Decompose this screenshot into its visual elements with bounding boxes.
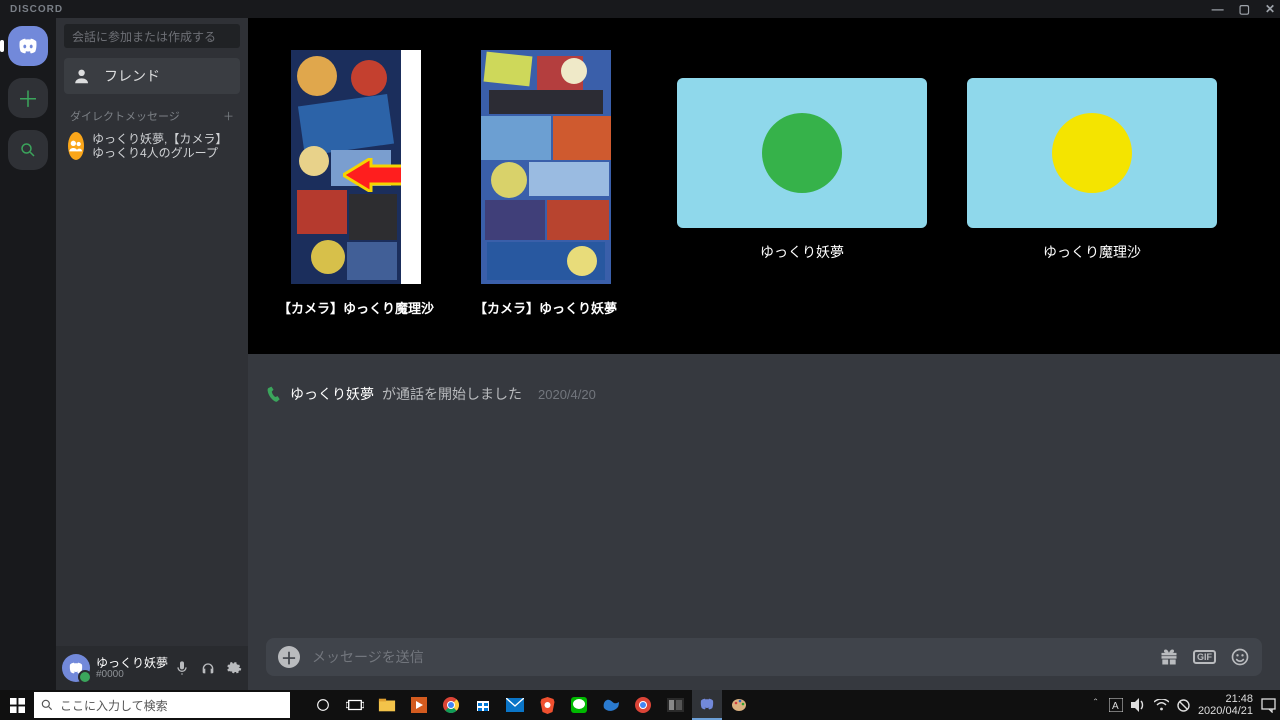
participant-tile-2[interactable]: ゆっくり魔理沙 <box>967 78 1217 262</box>
wifi-icon[interactable] <box>1154 699 1169 711</box>
store-icon[interactable] <box>468 690 498 720</box>
video-editor-icon[interactable] <box>660 690 690 720</box>
gif-button[interactable]: GIF <box>1193 650 1216 664</box>
line-icon[interactable] <box>564 690 594 720</box>
explorer-icon[interactable] <box>372 690 402 720</box>
paint-icon[interactable] <box>724 690 754 720</box>
content-area: 【カメラ】ゆっくり魔理沙 【カメラ】ゆっく <box>248 18 1280 690</box>
call-user: ゆっくり妖夢 <box>290 384 374 404</box>
tray-chevron-icon[interactable]: ＾ <box>1090 697 1101 713</box>
red-arrow-overlay <box>343 158 413 192</box>
dm-sidebar: 会話に参加または作成する フレンド ダイレクトメッセージ ＋ ゆっくり妖夢,【カ… <box>56 18 248 690</box>
app-title: DISCORD <box>10 4 63 15</box>
camera-2-label: 【カメラ】ゆっくり妖夢 <box>474 298 617 317</box>
camera-feed-2 <box>481 50 611 284</box>
cortana-icon[interactable] <box>308 690 338 720</box>
mute-button[interactable] <box>174 660 190 676</box>
min-button[interactable]: — <box>1212 2 1225 16</box>
block-icon[interactable] <box>1177 699 1190 712</box>
user-name: ゆっくり妖夢 <box>96 657 168 669</box>
dm-group-name: ゆっくり妖夢,【カメラ】ゆっくり4人のグループ <box>92 132 236 160</box>
attach-button[interactable]: ＋ <box>278 646 300 668</box>
windows-icon <box>10 698 25 713</box>
avatar-circle-yellow <box>1052 113 1132 193</box>
camera-feed-1 <box>291 50 421 284</box>
search-icon <box>40 698 54 712</box>
search-icon <box>19 141 37 159</box>
group-avatar-icon <box>68 132 84 160</box>
message-composer: ＋ メッセージを送信 GIF <box>266 638 1262 676</box>
ime-icon[interactable]: A <box>1109 698 1123 712</box>
dm-header: ダイレクトメッセージ <box>70 108 180 124</box>
find-conversation-input[interactable]: 会話に参加または作成する <box>64 24 240 48</box>
deafen-button[interactable] <box>200 660 216 676</box>
gift-button[interactable] <box>1159 647 1179 667</box>
window-body: ＋ 会話に参加または作成する フレンド ダイレクトメッセージ ＋ ゆっくり妖夢,… <box>0 18 1280 690</box>
avatar-circle-green <box>762 113 842 193</box>
phone-icon <box>265 385 284 404</box>
discord-taskbar-icon[interactable] <box>692 690 722 720</box>
media-player-icon[interactable] <box>404 690 434 720</box>
camera-1-label: 【カメラ】ゆっくり魔理沙 <box>278 298 434 317</box>
title-bar: DISCORD — ▢ ✕ <box>0 0 1280 18</box>
camera-tile-2[interactable]: 【カメラ】ゆっくり妖夢 <box>474 50 617 317</box>
call-started-message: ゆっくり妖夢 が通話を開始しました 2020/4/20 <box>266 384 1262 404</box>
action-center-icon[interactable] <box>1261 698 1276 713</box>
add-server-button[interactable]: ＋ <box>8 78 48 118</box>
whale-icon[interactable] <box>596 690 626 720</box>
taskbar-search[interactable]: ここに入力して検索 <box>34 692 290 718</box>
call-date: 2020/4/20 <box>538 387 596 402</box>
discord-icon <box>17 35 39 57</box>
settings-button[interactable] <box>226 660 242 676</box>
system-tray: ＾ A 21:48 2020/04/21 <box>1090 693 1280 717</box>
user-panel: ゆっくり妖夢 #0000 <box>56 646 248 690</box>
taskbar-clock[interactable]: 21:48 2020/04/21 <box>1198 693 1253 717</box>
taskbar-time: 21:48 <box>1198 693 1253 705</box>
taskbar-date: 2020/04/21 <box>1198 705 1253 717</box>
camera-tile-1[interactable]: 【カメラ】ゆっくり魔理沙 <box>278 50 434 317</box>
emoji-button[interactable] <box>1230 647 1250 667</box>
gear-icon <box>226 660 242 676</box>
chrome-icon[interactable] <box>436 690 466 720</box>
explore-button[interactable] <box>8 130 48 170</box>
taskbar-search-placeholder: ここに入力して検索 <box>60 697 168 714</box>
chrome-icon-2[interactable] <box>628 690 658 720</box>
taskbar: ここに入力して検索 ＾ A 21:48 2020/04/21 <box>0 690 1280 720</box>
participant-tile-1[interactable]: ゆっくり妖夢 <box>677 78 927 262</box>
max-button[interactable]: ▢ <box>1239 2 1251 16</box>
participant-1-name: ゆっくり妖夢 <box>760 242 844 262</box>
mail-icon[interactable] <box>500 690 530 720</box>
friends-icon <box>74 68 94 84</box>
svg-text:A: A <box>1112 701 1119 712</box>
task-view-icon[interactable] <box>340 690 370 720</box>
close-button[interactable]: ✕ <box>1265 2 1276 16</box>
discord-icon <box>68 660 84 676</box>
home-button[interactable] <box>8 26 48 66</box>
create-dm-button[interactable]: ＋ <box>223 108 234 124</box>
volume-icon[interactable] <box>1131 698 1146 712</box>
participant-2-name: ゆっくり魔理沙 <box>1043 242 1141 262</box>
call-text: が通話を開始しました <box>382 384 522 404</box>
friends-button[interactable]: フレンド <box>64 58 240 94</box>
friends-label: フレンド <box>104 66 160 86</box>
user-avatar[interactable] <box>62 654 90 682</box>
brave-icon[interactable] <box>532 690 562 720</box>
message-list[interactable]: ゆっくり妖夢 が通話を開始しました 2020/4/20 <box>248 354 1280 638</box>
guild-column: ＋ <box>0 18 56 690</box>
dm-group-item[interactable]: ゆっくり妖夢,【カメラ】ゆっくり4人のグループ <box>60 128 244 164</box>
message-input[interactable]: メッセージを送信 <box>312 647 1147 667</box>
user-tag: #0000 <box>96 669 168 680</box>
video-stage: 【カメラ】ゆっくり魔理沙 【カメラ】ゆっく <box>248 18 1280 354</box>
start-button[interactable] <box>0 690 34 720</box>
